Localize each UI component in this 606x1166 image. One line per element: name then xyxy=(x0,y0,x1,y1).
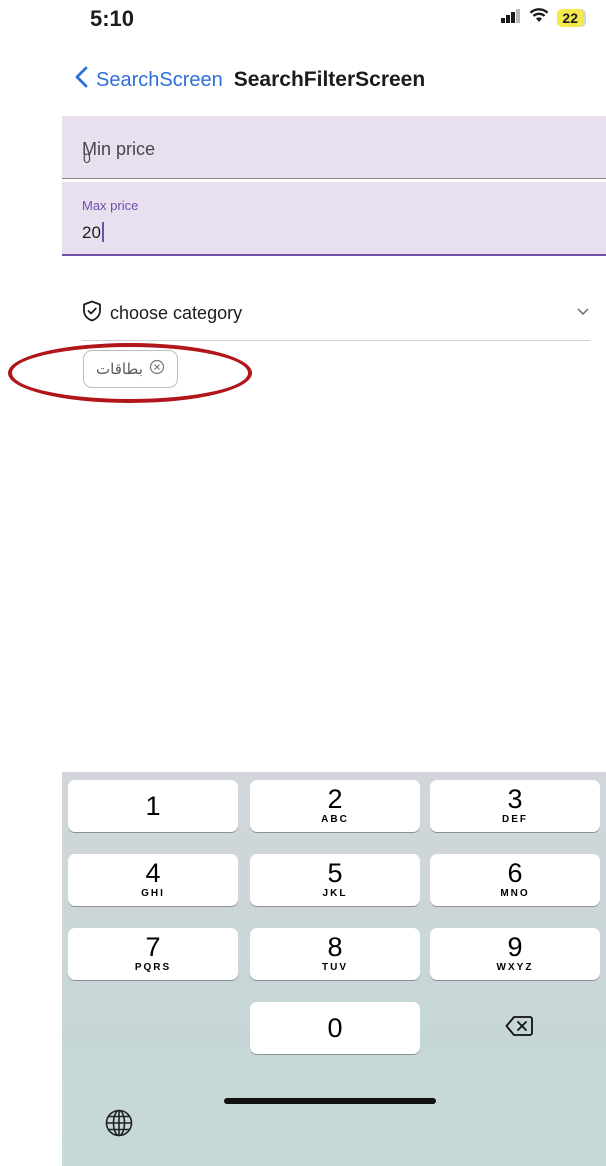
navigation-bar: SearchScreen SearchFilterScreen xyxy=(62,60,606,100)
key-5-digit: 5 xyxy=(327,858,343,888)
wifi-icon xyxy=(529,8,549,28)
key-7-digit: 7 xyxy=(145,932,161,962)
key-0-digit: 0 xyxy=(327,1013,343,1043)
max-price-label: Max price xyxy=(82,198,139,213)
page-title: SearchFilterScreen xyxy=(233,68,426,91)
status-icons: 22 xyxy=(501,8,586,28)
key-5[interactable]: 5 JKL xyxy=(250,854,420,906)
key-3-letters: DEF xyxy=(502,814,528,825)
key-7[interactable]: 7 PQRS xyxy=(68,928,238,980)
min-price-field[interactable]: Min price 0 xyxy=(62,116,606,179)
min-price-label: Min price xyxy=(82,139,156,159)
key-6-digit: 6 xyxy=(507,858,523,888)
key-9[interactable]: 9 WXYZ xyxy=(430,928,600,980)
key-9-digit: 9 xyxy=(507,932,523,962)
key-4[interactable]: 4 GHI xyxy=(68,854,238,906)
key-7-letters: PQRS xyxy=(134,962,172,973)
key-1-digit: 1 xyxy=(145,791,161,821)
key-2[interactable]: 2 ABC xyxy=(250,780,420,832)
key-5-letters: JKL xyxy=(322,888,348,899)
status-bar: 5:10 22 xyxy=(62,0,606,46)
max-price-value-wrap: 20 xyxy=(82,222,104,243)
delete-key[interactable] xyxy=(434,1002,604,1054)
status-time: 5:10 xyxy=(90,6,135,31)
key-0[interactable]: 0 xyxy=(250,1002,420,1054)
key-9-letters: WXYZ xyxy=(496,962,534,973)
shield-check-icon xyxy=(82,300,102,327)
signal-icon xyxy=(501,8,521,28)
key-2-letters: ABC xyxy=(321,814,349,825)
category-placeholder: choose category xyxy=(110,302,243,323)
key-6[interactable]: 6 MNO xyxy=(430,854,600,906)
min-price-value: 0 xyxy=(83,150,91,166)
back-button[interactable]: SearchScreen xyxy=(74,66,223,94)
key-4-digit: 4 xyxy=(145,858,161,888)
key-3[interactable]: 3 DEF xyxy=(430,780,600,832)
text-caret xyxy=(101,222,104,242)
battery-indicator: 22 xyxy=(557,9,586,27)
key-8-digit: 8 xyxy=(327,932,343,962)
key-6-letters: MNO xyxy=(500,888,530,899)
chevron-down-icon xyxy=(576,304,590,322)
numeric-keypad: 1 2 ABC 3 DEF 4 GHI 5 JKL 6 MNO 7 PQRS 8 TUV 9W… xyxy=(62,772,606,1166)
key-8[interactable]: 8 TUV xyxy=(250,928,420,980)
globe-icon[interactable] xyxy=(104,1108,134,1143)
key-4-letters: GHI xyxy=(141,888,165,899)
back-button-label: SearchScreen xyxy=(96,68,223,91)
max-price-value: 20 xyxy=(82,223,101,242)
max-price-field[interactable]: Max price 20 xyxy=(62,182,606,256)
back-chevron-icon xyxy=(74,66,96,94)
highlight-annotation xyxy=(8,343,252,403)
home-indicator[interactable] xyxy=(224,1098,436,1104)
phone-screen: 5:10 22 SearchScreen SearchFilterScreen … xyxy=(62,0,606,1166)
backspace-icon xyxy=(505,1015,533,1042)
key-3-digit: 3 xyxy=(507,784,523,814)
category-select[interactable]: choose category xyxy=(82,286,590,341)
key-8-letters: TUV xyxy=(322,962,348,973)
key-2-digit: 2 xyxy=(327,784,343,814)
key-1[interactable]: 1 xyxy=(68,780,238,832)
